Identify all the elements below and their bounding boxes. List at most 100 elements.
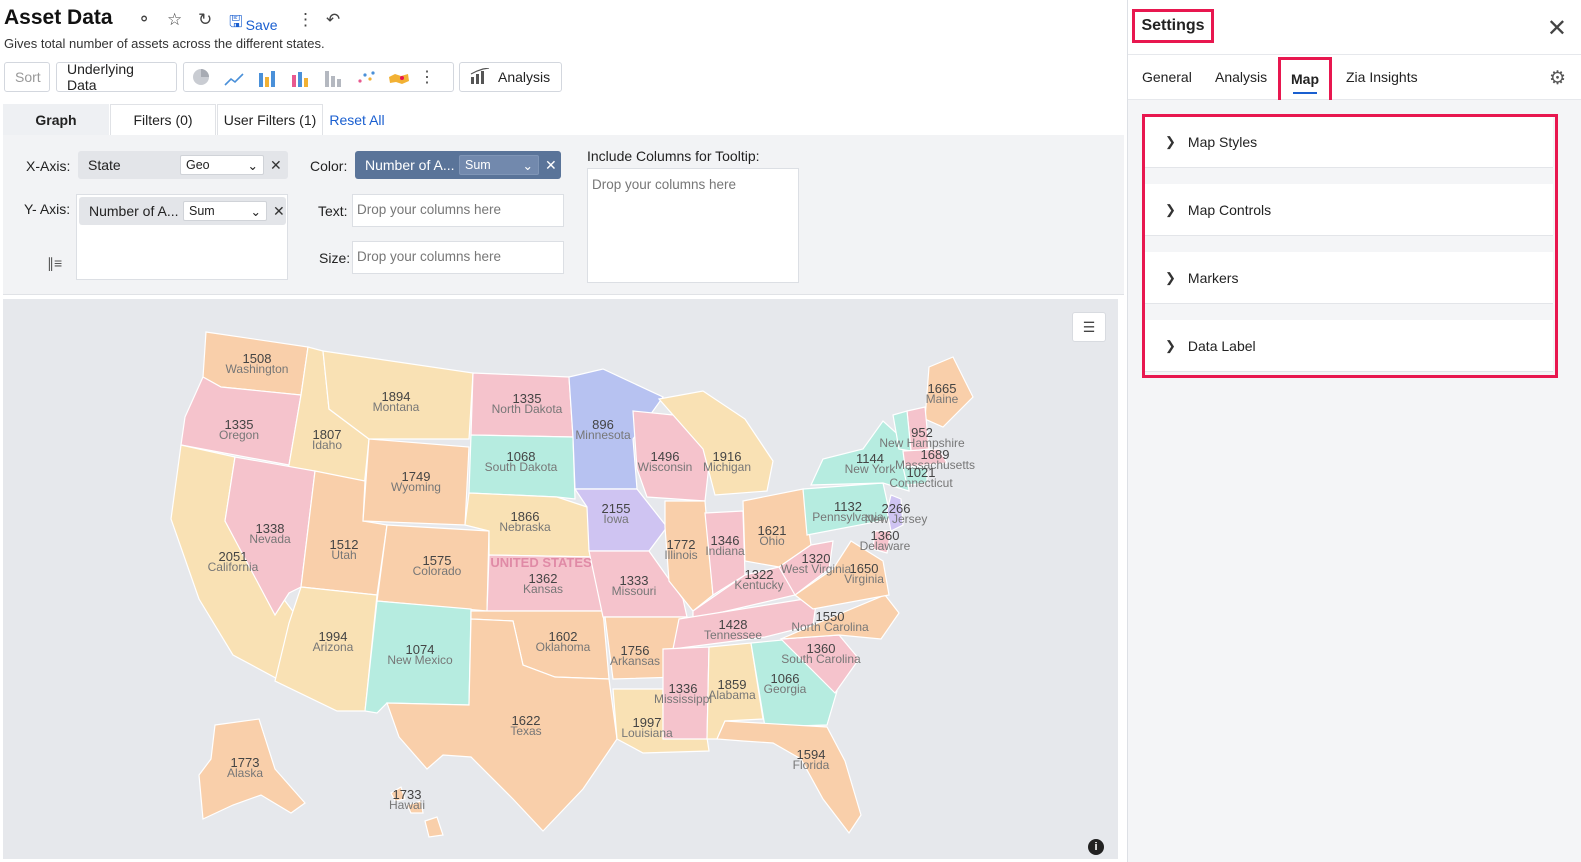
- x-axis-type-value: Geo: [186, 158, 210, 172]
- pie-chart-icon[interactable]: [188, 67, 214, 87]
- tab-map[interactable]: Map: [1278, 57, 1332, 103]
- y-axis-label: Y- Axis:: [24, 201, 71, 217]
- more-charts-icon[interactable]: ⋮: [419, 67, 435, 87]
- size-drop-zone[interactable]: Drop your columns here: [352, 241, 564, 274]
- star-icon[interactable]: ☆: [167, 10, 182, 30]
- state-name-label: Oklahoma: [536, 640, 591, 654]
- state-name-label: Indiana: [705, 544, 745, 558]
- report-area: Asset Data ⚬ ☆ ↻ 🖫 Save ⋮ ↶ Gives total …: [0, 0, 1124, 862]
- analysis-button[interactable]: Analysis: [459, 62, 562, 92]
- state-name-label: Ohio: [759, 534, 785, 548]
- column-chart-icon[interactable]: [320, 67, 346, 87]
- state-name-label: Arizona: [313, 640, 354, 654]
- state-name-label: North Carolina: [791, 620, 869, 634]
- state-name-label: California: [208, 560, 259, 574]
- state-name-label: Alaska: [227, 766, 263, 780]
- gear-icon[interactable]: ⚙: [1549, 67, 1566, 90]
- line-chart-icon[interactable]: [221, 67, 247, 87]
- legend-toggle-icon[interactable]: ☰: [1072, 312, 1106, 342]
- state-name-label: Idaho: [312, 438, 342, 452]
- state-name-label: Washington: [226, 362, 289, 376]
- settings-panel: Settings ✕ General Analysis Map Zia Insi…: [1127, 0, 1581, 862]
- state-name-label: Oregon: [219, 428, 259, 442]
- axis-settings-icon[interactable]: ∥≡: [47, 255, 62, 272]
- more-vertical-icon[interactable]: ⋮: [297, 10, 314, 30]
- state-name-label: Alabama: [708, 688, 756, 702]
- state-name-label: Tennessee: [704, 628, 762, 642]
- state-name-label: South Carolina: [781, 652, 861, 666]
- underlying-data-button[interactable]: Underlying Data: [56, 61, 177, 93]
- remove-x-axis-icon[interactable]: ✕: [270, 157, 282, 174]
- refresh-icon[interactable]: ↻: [198, 10, 212, 30]
- text-drop-zone[interactable]: Drop your columns here: [352, 194, 564, 227]
- tab-general[interactable]: General: [1142, 69, 1192, 85]
- stacked-bar-icon[interactable]: [287, 67, 313, 87]
- tab-map-label: Map: [1291, 71, 1319, 87]
- undo-icon[interactable]: ↶: [326, 10, 340, 30]
- color-pill[interactable]: Number of A... Sum ⌄ ✕: [355, 151, 561, 179]
- save-label: Save: [245, 16, 278, 33]
- color-agg-value: Sum: [465, 158, 491, 172]
- state-name-label: Illinois: [664, 548, 697, 562]
- sort-button[interactable]: Sort: [4, 62, 50, 92]
- page-subtitle: Gives total number of assets across the …: [4, 36, 325, 51]
- state-name-label: Connecticut: [889, 476, 953, 490]
- y-axis-agg-select[interactable]: Sum ⌄: [183, 201, 267, 221]
- state-name-label: Kansas: [523, 582, 563, 596]
- geo-map-icon[interactable]: [386, 67, 412, 87]
- state-name-label: Nevada: [249, 532, 291, 546]
- tab-filters[interactable]: Filters (0): [110, 104, 216, 135]
- save-button[interactable]: 🖫 Save: [229, 11, 278, 38]
- close-icon[interactable]: ✕: [1547, 14, 1567, 43]
- tab-user-filters[interactable]: User Filters (1): [217, 104, 323, 135]
- state-name-label: Maine: [926, 392, 959, 406]
- settings-body: ❯ Map Styles ❯ Map Controls ❯ Markers ❯ Data…: [1128, 100, 1581, 862]
- bar-chart-icon[interactable]: [254, 67, 280, 87]
- info-icon[interactable]: i: [1088, 839, 1104, 855]
- state-name-label: Florida: [793, 758, 830, 772]
- state-florida: [716, 720, 862, 835]
- highlight-box: [1142, 114, 1558, 378]
- chart-type-switcher: ⋮: [183, 62, 454, 92]
- tooltip-drop-zone[interactable]: Drop your columns here: [587, 168, 799, 283]
- state-name-label: Mississippi: [654, 692, 712, 706]
- tab-graph[interactable]: Graph: [3, 104, 109, 135]
- state-name-label: New York: [845, 462, 897, 476]
- tab-zia-insights[interactable]: Zia Insights: [1346, 69, 1418, 85]
- state-name-label: Nebraska: [499, 520, 551, 534]
- map-canvas[interactable]: UNITED STATES 1508 Washington 1335 Oregon 20…: [3, 299, 1118, 859]
- chevron-down-icon: ⌄: [247, 158, 258, 173]
- chevron-down-icon: ⌄: [250, 204, 261, 219]
- state-name-label: Georgia: [764, 682, 807, 696]
- color-agg-select[interactable]: Sum ⌄: [459, 155, 539, 175]
- x-axis-type-select[interactable]: Geo ⌄: [180, 155, 264, 175]
- y-axis-pill[interactable]: Number of A... Sum ⌄ ✕: [79, 197, 286, 225]
- country-label: UNITED STATES: [490, 555, 592, 570]
- state-name-label: Hawaii: [389, 798, 425, 812]
- x-axis-field: State: [88, 157, 121, 173]
- us-map: UNITED STATES 1508Washington1335Oregon20…: [170, 331, 975, 838]
- settings-tabs: General Analysis Map Zia Insights ⚙: [1128, 54, 1581, 103]
- color-label: Color:: [310, 158, 348, 174]
- scatter-chart-icon[interactable]: [353, 67, 379, 87]
- x-axis-pill[interactable]: State Geo ⌄ ✕: [78, 151, 288, 179]
- state-name-label: Wisconsin: [638, 460, 693, 474]
- remove-color-icon[interactable]: ✕: [545, 157, 557, 174]
- page-title: Asset Data: [4, 6, 113, 29]
- reset-all-link[interactable]: Reset All: [327, 104, 387, 135]
- tag-icon[interactable]: ⚬: [137, 10, 151, 30]
- state-name-label: North Dakota: [492, 402, 563, 416]
- text-label: Text:: [318, 203, 348, 219]
- tab-analysis[interactable]: Analysis: [1215, 69, 1267, 85]
- analysis-label: Analysis: [498, 69, 551, 85]
- x-axis-label: X-Axis:: [26, 158, 71, 174]
- state-name-label: Louisiana: [621, 726, 673, 740]
- color-field: Number of A...: [365, 157, 455, 173]
- state-name-label: Iowa: [603, 512, 629, 526]
- y-axis-field: Number of A...: [89, 203, 179, 219]
- state-name-label: New Jersey: [865, 512, 928, 526]
- remove-y-axis-icon[interactable]: ✕: [273, 203, 285, 220]
- state-name-label: Missouri: [612, 584, 657, 598]
- chart-config-shelf: X-Axis: State Geo ⌄ ✕ Y- Axis: Number of …: [3, 135, 1124, 295]
- state-name-label: Wyoming: [391, 480, 441, 494]
